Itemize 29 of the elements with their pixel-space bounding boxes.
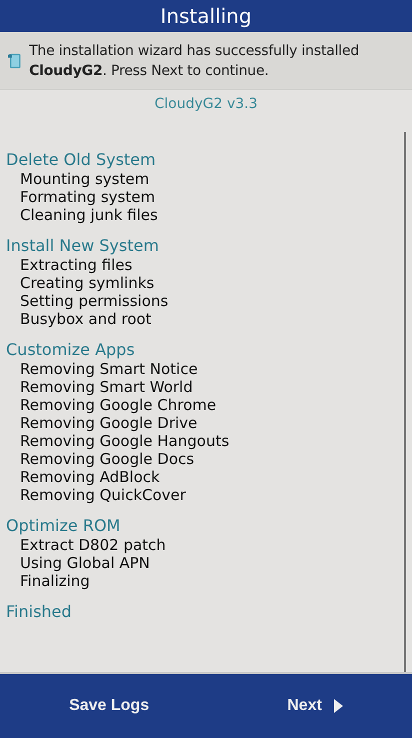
log-entry: Removing Google Drive xyxy=(19,414,198,432)
log-entry: Cleaning junk files xyxy=(19,206,159,224)
log-section-title: Finished xyxy=(6,602,73,622)
play-arrow-icon xyxy=(334,699,343,713)
log-entry: Removing QuickCover xyxy=(19,486,187,504)
log-section-title: Optimize ROM xyxy=(6,516,122,536)
log-entry: Finalizing xyxy=(19,572,91,590)
log-entry: Removing Smart Notice xyxy=(19,360,199,378)
log-entry: Removing AdBlock xyxy=(19,468,161,486)
log-entry: Removing Google Docs xyxy=(19,450,196,468)
log-entry: Removing Google Chrome xyxy=(19,396,218,414)
log-entry: Setting permissions xyxy=(19,292,170,310)
log-entry: Using Global APN xyxy=(19,554,151,572)
log-entry: Formating system xyxy=(19,188,156,206)
version-label: CloudyG2 v3.3 xyxy=(153,95,259,114)
log-entry: Removing Google Hangouts xyxy=(19,432,230,450)
log-section-title: Customize Apps xyxy=(6,340,136,360)
save-logs-button[interactable]: Save Logs xyxy=(61,691,158,721)
log-entry: Mounting system xyxy=(19,170,150,188)
window-title: Installing xyxy=(160,4,252,28)
success-message: The installation wizard has successfully installed CloudyG2. Press Next to continue. xyxy=(29,42,360,80)
next-button[interactable]: Next xyxy=(279,691,351,721)
log-entry: Busybox and root xyxy=(19,310,152,328)
log-section-title: Delete Old System xyxy=(6,150,157,170)
log-entry: Extracting files xyxy=(19,256,134,274)
log-entry: Removing Smart World xyxy=(19,378,194,396)
log-section-title: Install New System xyxy=(6,236,160,256)
log-entry: Extract D802 patch xyxy=(19,536,167,554)
log-entry: Creating symlinks xyxy=(19,274,156,292)
